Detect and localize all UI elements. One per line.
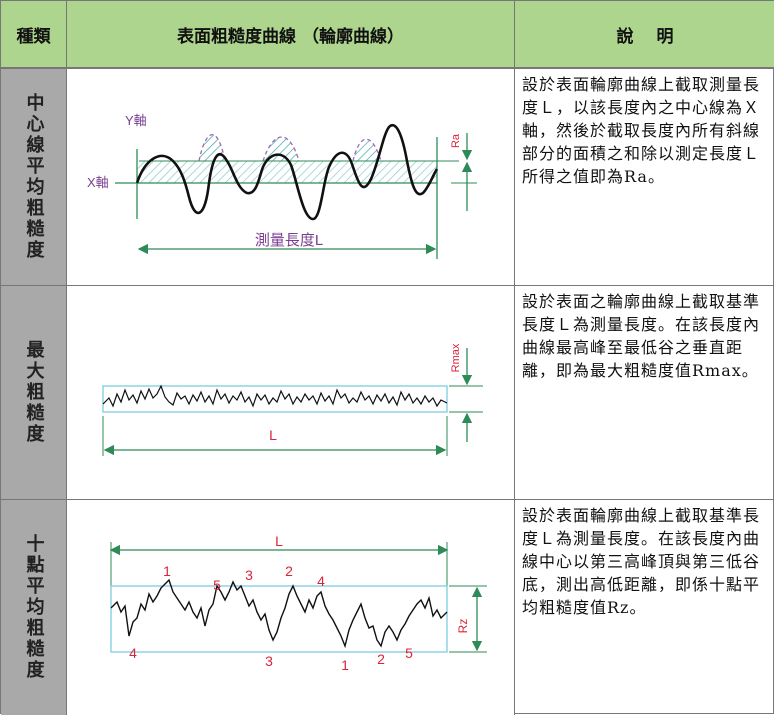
category-ten-point-average: 十點平均粗糙度: [1, 500, 67, 715]
rmax-label: Rmax: [450, 343, 462, 372]
folded-valley-1: [198, 134, 226, 162]
rz-diagram: L Rz 1 5 3 2 4 4 3 1 2 5: [109, 533, 487, 673]
rmax-profile: [102, 384, 448, 408]
ra-diagram: 測量長度L Ra Y軸 X軸: [87, 113, 477, 259]
figure-ra: 測量長度L Ra Y軸 X軸: [67, 69, 515, 285]
l-label: L: [269, 427, 277, 443]
figure-rmax: Rmax L: [67, 286, 515, 499]
ra-label: Ra: [450, 133, 462, 148]
rz-box: [110, 585, 448, 653]
peak-2-label: 2: [285, 563, 293, 579]
peak-1-label: 1: [163, 563, 171, 579]
description-rmax: 設於表面之輪廓曲線上截取基準長度Ｌ為測量長度。在該長度內曲線最高峰至最低谷之垂直…: [522, 292, 761, 380]
measure-length-label: 測量長度L: [255, 232, 323, 249]
rz-profile: [110, 578, 448, 649]
header-curve: 表面粗糙度曲線 （輪廓曲線）: [67, 1, 515, 69]
valley-3-label: 3: [265, 653, 273, 669]
valley-5-label: 5: [405, 645, 413, 661]
y-axis-label: Y軸: [125, 113, 147, 128]
valley-4-label: 4: [129, 645, 137, 661]
folded-valley-3: [352, 138, 382, 162]
roughness-table: 種類 表面粗糙度曲線 （輪廓曲線） 說 明 中心線平均粗糙度 測量長度L Ra …: [0, 0, 774, 715]
x-axis-label: X軸: [87, 175, 109, 190]
description-rz: 設於表面輪廓曲線上截取基準長度Ｌ為測量長度。在該長度內曲線中心以第三高峰頂與第三…: [522, 506, 761, 617]
header-type: 種類: [1, 1, 67, 69]
peak-5-label: 5: [213, 577, 221, 593]
valley-2-label: 2: [377, 651, 385, 667]
category-max-roughness: 最大粗糙度: [1, 286, 67, 499]
rmax-box: [102, 385, 448, 413]
category-center-line-average: 中心線平均粗糙度: [1, 69, 67, 285]
peak-3-label: 3: [245, 567, 253, 583]
valley-1-label: 1: [341, 657, 349, 673]
peak-4-label: 4: [317, 573, 325, 589]
header-description: 說 明: [515, 1, 774, 69]
rz-label: Rz: [456, 619, 470, 634]
figure-rz: L Rz 1 5 3 2 4 4 3 1 2 5: [67, 500, 515, 715]
rmax-diagram: Rmax L: [102, 343, 483, 456]
description-ra: 設於表面輪廓曲線上截取測量長度Ｌ，以該長度內之中心線為Ｘ軸，然後於截取長度內所有…: [522, 75, 761, 186]
rz-l-label: L: [275, 533, 283, 549]
